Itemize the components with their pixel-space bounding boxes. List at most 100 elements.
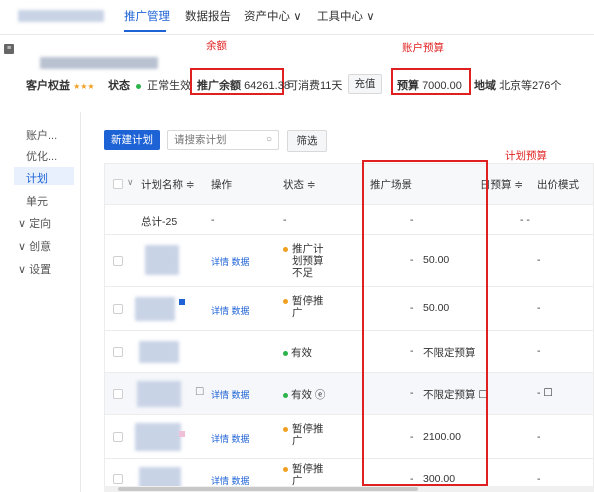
plan-budget-highlight [362,160,488,486]
sidebar-item-account[interactable]: 账户... [26,127,57,143]
row-checkbox[interactable] [113,389,123,399]
row-bid-mode: - [537,302,541,314]
status-dot-icon [283,466,288,472]
plan-search-box: ○ [167,130,279,150]
plan-search-input[interactable] [174,133,260,147]
status-dot-icon [283,298,288,304]
annotation-account-budget: 账户预算 [402,42,444,54]
benefit-stars: ★★★ [73,82,95,91]
status-dot-icon [283,350,288,356]
chevron-down-icon[interactable]: ∨ [127,177,134,188]
sidebar-item-settings[interactable]: ∨ 设置 [18,261,51,277]
row-checkbox[interactable] [113,347,123,357]
status-dot-icon [283,246,288,252]
account-status: 状态 正常生效 [108,77,191,93]
row-checkbox[interactable] [113,432,123,442]
new-plan-button[interactable]: 新建计划 [104,130,160,150]
status-line: 广 [292,435,303,447]
header-status[interactable]: 状态 ≑ [283,177,316,192]
balance-value: 64261.38 [244,80,290,92]
row-status: 暂停推广 [283,295,324,319]
row-bid-mode: - [537,473,541,485]
sidebar-item-plan[interactable]: 计划 [26,170,48,186]
row-ops-links[interactable]: 详情 数据 [211,255,250,268]
account-region: 地域 北京等276个 [474,77,561,93]
total-row: 总计-25 - - - - - [105,204,593,235]
days-left: 可消费11天 [287,80,343,92]
budget-label: 预算 [397,80,419,92]
table-row[interactable]: ☐ 详情 数据 有效 ⓔ - 不限定预算 ☐ - ☐ [105,372,593,415]
logo [18,10,104,22]
region-value: 北京等276个 [499,80,562,92]
row-status: 暂停推广 [283,463,324,487]
plan-thumbnail [145,245,179,275]
edit-icon[interactable]: ☐ [195,386,204,398]
table-row[interactable]: 有效 - 不限定预算 - [105,330,593,373]
account-balance: 推广余额 64261.38 [197,77,290,93]
nav-tools[interactable]: 工具中心 ∨ [317,8,375,24]
status-line: 划预算 [292,255,324,267]
filter-button[interactable]: 筛选 [287,130,327,152]
row-ops-links[interactable]: 详情 数据 [211,304,250,317]
benefit-label: 客户权益 [26,80,70,92]
status-line: 暂停推 [292,463,324,475]
nav-assets[interactable]: 资产中心 ∨ [244,8,302,24]
total-status: - [283,214,287,226]
total-bid: - - [520,214,530,226]
select-all-checkbox[interactable] [113,179,123,189]
status-label: 状态 [108,80,130,92]
nav-active-indicator [124,30,166,32]
status-line: 暂停推 [292,295,324,307]
row-ops-links[interactable]: 详情 数据 [211,432,250,445]
status-dot-icon [136,83,142,89]
annotation-balance: 余额 [206,40,227,52]
row-status: 有效 ⓔ [283,387,325,402]
table-row[interactable]: 详情 数据 暂停推广 - 50.00 - [105,286,593,331]
row-checkbox[interactable] [113,474,123,484]
plan-thumbnail [135,423,181,451]
status-line: 推广计 [292,243,324,255]
table-row[interactable]: 详情 数据 推广计 划预算 不足 - 50.00 - [105,234,593,287]
search-icon[interactable]: ○ [266,134,272,145]
row-status: 推广计 划预算 不足 [283,243,324,279]
sidebar-item-unit[interactable]: 单元 [26,193,48,209]
balance-label: 推广余额 [197,80,241,92]
sidebar-item-creative[interactable]: ∨ 创意 [18,238,51,254]
row-bid-mode: - [537,254,541,266]
header-bid-mode: 出价模式 [537,179,579,191]
annotation-plan-budget: 计划预算 [505,150,547,162]
total-name: 总计-25 [141,216,178,228]
table-header: ∨ 计划名称 ≑ 操作 状态 ≑ 推广场景 日预算 ≑ 出价模式 [105,164,593,204]
status-line: 广 [292,307,303,319]
row-ops-links[interactable]: 详情 数据 [211,388,250,401]
row-bid-mode: - [537,345,541,357]
horizontal-scrollbar[interactable] [104,486,594,492]
row-checkbox[interactable] [113,256,123,266]
plan-marker [179,431,185,437]
status-line: 有效 ⓔ [291,389,326,401]
sidebar-item-targeting[interactable]: ∨ 定向 [18,215,51,231]
plan-thumbnail [137,381,181,407]
plan-thumbnail [135,297,175,321]
account-budget: 预算 7000.00 [397,77,462,93]
budget-value: 7000.00 [422,80,462,92]
header-plan-name[interactable]: 计划名称 ≑ [141,177,195,192]
status-value: 正常生效 [147,80,192,92]
table-row[interactable]: 详情 数据 暂停推广 - 2100.00 - [105,414,593,459]
row-checkbox[interactable] [113,304,123,314]
plan-thumbnail [139,341,179,363]
row-status: 有效 [283,345,312,360]
scrollbar-thumb[interactable] [118,487,418,491]
nav-reports[interactable]: 数据报告 [185,8,231,24]
region-label: 地域 [474,80,496,92]
row-bid-mode: - [537,431,541,443]
menu-collapse-icon[interactable]: ≡ [4,44,14,54]
customer-benefit: 客户权益 ★★★ [26,77,95,93]
nav-promotion[interactable]: 推广管理 [124,8,170,24]
sidebar-item-optimize[interactable]: 优化... [26,148,57,164]
status-dot-icon [283,426,288,432]
row-bid-mode[interactable]: - ☐ [537,387,553,399]
recharge-button[interactable]: 充值 [348,74,382,94]
top-nav: 推广管理 数据报告 资产中心 ∨ 工具中心 ∨ [0,0,594,35]
status-line: 不足 [292,267,313,279]
